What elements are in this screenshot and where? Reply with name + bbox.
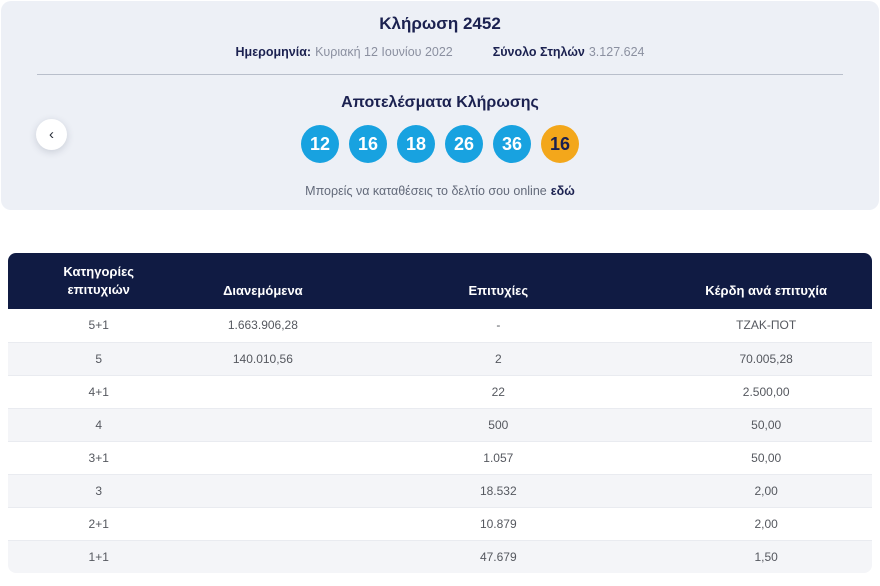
cell-category: 3 bbox=[8, 473, 190, 508]
table-header-row: Κατηγορίες επιτυχιών Διανεμόμενα Επιτυχί… bbox=[8, 253, 872, 310]
chevron-left-icon: ‹ bbox=[49, 126, 54, 143]
cell-prize: 2,00 bbox=[660, 506, 872, 541]
cell-category: 5+1 bbox=[8, 309, 190, 343]
header-distributed: Διανεμόμενα bbox=[189, 253, 337, 310]
cell-category: 1+1 bbox=[8, 539, 190, 574]
online-text: Μπορείς να καταθέσεις το δελτίο σου onli… bbox=[305, 184, 547, 198]
online-here-link[interactable]: εδώ bbox=[551, 184, 575, 198]
cell-prize: 70.005,28 bbox=[660, 341, 872, 376]
cell-prize: 50,00 bbox=[660, 407, 872, 442]
winning-numbers: 12 16 18 26 36 16 bbox=[1, 125, 879, 163]
cell-distributed bbox=[189, 407, 337, 442]
divider bbox=[37, 74, 843, 75]
table-row: 5 140.010,56 2 70.005,28 bbox=[8, 341, 872, 376]
online-submit-line: Μπορείς να καταθέσεις το δελτίο σου onli… bbox=[1, 184, 879, 198]
cell-winners: 10.879 bbox=[336, 506, 661, 541]
columns-label: Σύνολο Στηλών bbox=[492, 45, 585, 59]
table-row: 1+1 47.679 1,50 bbox=[8, 539, 872, 574]
cell-distributed: 1.663.906,28 bbox=[189, 309, 337, 343]
cell-category: 4+1 bbox=[8, 374, 190, 409]
cell-winners: - bbox=[336, 309, 661, 343]
cell-distributed bbox=[189, 506, 337, 541]
table-row: 4+1 22 2.500,00 bbox=[8, 374, 872, 409]
table-row: 3+1 1.057 50,00 bbox=[8, 440, 872, 475]
cell-winners: 2 bbox=[336, 341, 661, 376]
table-row: 5+1 1.663.906,28 - ΤΖΑΚ-ΠΟΤ bbox=[8, 309, 872, 343]
results-title: Αποτελέσματα Κλήρωσης bbox=[341, 94, 539, 111]
cell-distributed bbox=[189, 473, 337, 508]
cell-prize: 50,00 bbox=[660, 440, 872, 475]
cell-winners: 18.532 bbox=[336, 473, 661, 508]
winning-number-ball: 12 bbox=[301, 125, 339, 163]
cell-category: 3+1 bbox=[8, 440, 190, 475]
winning-number-ball: 16 bbox=[349, 125, 387, 163]
previous-draw-button[interactable]: ‹ bbox=[36, 119, 67, 150]
cell-category: 4 bbox=[8, 407, 190, 442]
total-columns: Σύνολο Στηλών 3.127.624 bbox=[493, 45, 645, 59]
cell-winners: 47.679 bbox=[336, 539, 661, 574]
header-categories: Κατηγορίες επιτυχιών bbox=[8, 253, 190, 310]
draw-summary-card: Κλήρωση 2452 Ημερομηνία: Κυριακή 12 Ιουνί… bbox=[1, 1, 879, 210]
table-row: 3 18.532 2,00 bbox=[8, 473, 872, 508]
cell-prize: 2,00 bbox=[660, 473, 872, 508]
winning-number-ball: 36 bbox=[493, 125, 531, 163]
cell-winners: 500 bbox=[336, 407, 661, 442]
draw-date: Ημερομηνία: Κυριακή 12 Ιουνίου 2022 bbox=[236, 45, 453, 59]
date-value: Κυριακή 12 Ιουνίου 2022 bbox=[315, 45, 453, 59]
header-prize: Κέρδη ανά επιτυχία bbox=[660, 253, 872, 310]
cell-category: 2+1 bbox=[8, 506, 190, 541]
winnings-table-card: Κατηγορίες επιτυχιών Διανεμόμενα Επιτυχί… bbox=[8, 253, 872, 574]
cell-winners: 22 bbox=[336, 374, 661, 409]
header-winners: Επιτυχίες bbox=[336, 253, 661, 310]
cell-distributed bbox=[189, 539, 337, 574]
cell-distributed bbox=[189, 374, 337, 409]
table-row: 4 500 50,00 bbox=[8, 407, 872, 442]
table-row: 2+1 10.879 2,00 bbox=[8, 506, 872, 541]
draw-title: Κλήρωση 2452 bbox=[379, 14, 501, 33]
winnings-table: Κατηγορίες επιτυχιών Διανεμόμενα Επιτυχί… bbox=[8, 253, 872, 574]
winning-number-ball: 26 bbox=[445, 125, 483, 163]
date-label: Ημερομηνία: bbox=[235, 45, 312, 59]
cell-category: 5 bbox=[8, 341, 190, 376]
draw-meta: Ημερομηνία: Κυριακή 12 Ιουνίου 2022 Σύνολ… bbox=[1, 45, 879, 59]
cell-distributed bbox=[189, 440, 337, 475]
joker-number-ball: 16 bbox=[541, 125, 579, 163]
winning-number-ball: 18 bbox=[397, 125, 435, 163]
cell-winners: 1.057 bbox=[336, 440, 661, 475]
cell-distributed: 140.010,56 bbox=[189, 341, 337, 376]
cell-prize: 2.500,00 bbox=[660, 374, 872, 409]
columns-value: 3.127.624 bbox=[588, 45, 645, 59]
cell-prize: ΤΖΑΚ-ΠΟΤ bbox=[660, 309, 872, 343]
cell-prize: 1,50 bbox=[660, 539, 872, 574]
